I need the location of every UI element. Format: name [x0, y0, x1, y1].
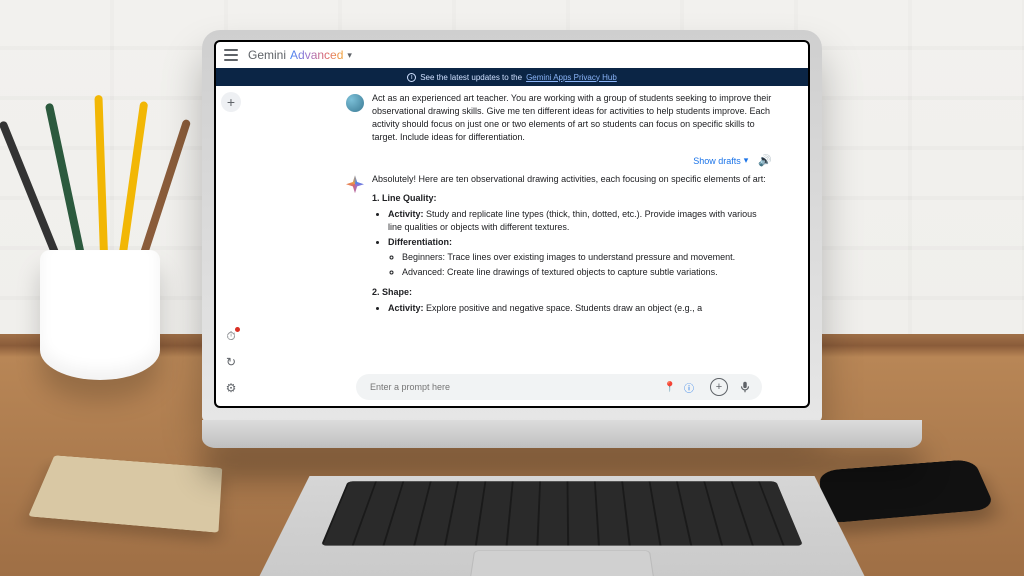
- prompt-input[interactable]: [370, 382, 656, 392]
- globe-icon[interactable]: ⓘ: [684, 380, 694, 395]
- banner-link[interactable]: Gemini Apps Privacy Hub: [526, 73, 617, 82]
- brand-dropdown[interactable]: Gemini Advanced ▾: [248, 48, 352, 62]
- show-drafts-button[interactable]: Show drafts ▾: [693, 155, 748, 166]
- chevron-down-icon: ▾: [347, 50, 352, 61]
- list-item: Activity: Study and replicate line types…: [388, 208, 772, 234]
- settings-icon[interactable]: ⚙: [223, 380, 239, 396]
- user-message: Act as an experienced art teacher. You a…: [346, 92, 772, 144]
- list-item: Beginners: Trace lines over existing ima…: [402, 251, 772, 264]
- model-message: Absolutely! Here are ten observational d…: [346, 173, 772, 316]
- history-icon[interactable]: ↻: [223, 354, 239, 370]
- laptop-keyboard: [321, 481, 803, 545]
- brand-part-2: Advanced: [290, 48, 343, 62]
- section-title: 2. Shape:: [372, 286, 772, 299]
- user-message-text: Act as an experienced art teacher. You a…: [372, 92, 772, 144]
- list-item: Activity: Explore positive and negative …: [388, 302, 772, 315]
- new-chat-button[interactable]: +: [221, 92, 241, 112]
- privacy-banner: i See the latest updates to the Gemini A…: [216, 68, 808, 86]
- activity-icon[interactable]: ⏱: [223, 328, 239, 344]
- laptop-trackpad: [469, 550, 656, 576]
- gemini-spark-icon: [346, 175, 364, 193]
- section-title: 1. Line Quality:: [372, 192, 772, 205]
- brand-part-1: Gemini: [248, 48, 286, 62]
- drafts-row: Show drafts ▾ 🔊: [346, 154, 772, 167]
- response-intro: Absolutely! Here are ten observational d…: [372, 173, 772, 186]
- chevron-down-icon: ▾: [744, 155, 749, 166]
- left-rail: + ⏱ ↻ ⚙: [216, 86, 246, 406]
- user-avatar-icon: [346, 94, 364, 112]
- info-icon: i: [407, 73, 416, 82]
- speaker-icon[interactable]: 🔊: [758, 154, 772, 167]
- image-upload-icon[interactable]: 📍: [664, 382, 676, 393]
- list-item: Differentiation: Beginners: Trace lines …: [388, 236, 772, 279]
- banner-text: See the latest updates to the: [420, 73, 522, 82]
- mic-icon[interactable]: [738, 380, 752, 394]
- prompt-composer: 📍 ⓘ +: [356, 374, 762, 400]
- conversation-area: Act as an experienced art teacher. You a…: [246, 86, 808, 406]
- hamburger-menu-icon[interactable]: [224, 49, 238, 61]
- pencil-cup: [40, 250, 160, 380]
- add-button[interactable]: +: [710, 378, 728, 396]
- list-item: Advanced: Create line drawings of textur…: [402, 266, 772, 279]
- top-bar: Gemini Advanced ▾: [216, 42, 808, 68]
- app-window: Gemini Advanced ▾ i See the latest updat…: [216, 42, 808, 406]
